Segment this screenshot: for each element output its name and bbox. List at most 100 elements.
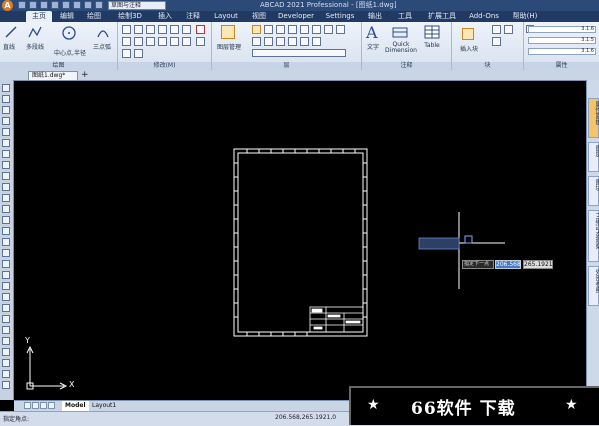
tool-polygon-icon[interactable] [2,117,10,125]
tab-model[interactable]: Model [62,401,89,411]
workspace-select[interactable]: 草图与注释 [108,1,166,10]
tool-explode-icon[interactable] [2,381,10,389]
tab-output[interactable]: 输出 [362,11,388,22]
prev-tab-icon[interactable] [32,402,39,409]
circle-icon[interactable] [61,25,77,41]
layer-unlock-icon[interactable] [276,37,285,46]
tab-developer[interactable]: Developer [274,11,318,22]
array-icon[interactable] [158,37,167,46]
tool-break-icon[interactable] [2,359,10,367]
last-tab-icon[interactable] [48,402,55,409]
tool-table-icon[interactable] [2,227,10,235]
tool-mirror-icon[interactable] [2,271,10,279]
chamfer-icon[interactable] [196,37,205,46]
text-icon[interactable]: A [366,23,378,42]
panel-tab-blocks[interactable]: 图块 [588,176,599,206]
offset-icon[interactable] [170,37,179,46]
trim-icon[interactable] [146,25,155,34]
tool-point-icon[interactable] [2,194,10,202]
tool-copy-icon[interactable] [2,260,10,268]
tool-block-icon[interactable] [2,183,10,191]
mirror-icon[interactable] [182,25,191,34]
property-color-field[interactable]: 3.1.6 [528,26,596,33]
insert-block-icon[interactable] [462,28,474,40]
insert-block-button[interactable]: 插入块 [454,44,484,53]
layer-delete-icon[interactable] [300,37,309,46]
tool-region-icon[interactable] [2,216,10,224]
layer-walk-icon[interactable] [336,25,345,34]
tool-circle-icon[interactable] [2,150,10,158]
polyline-button[interactable]: 多段线 [22,42,48,51]
tool-polyline-icon[interactable] [2,106,10,114]
tool-text-icon[interactable] [2,238,10,246]
layer-manager-icon[interactable] [221,25,235,39]
arc-icon[interactable] [96,25,110,39]
next-tab-icon[interactable] [40,402,47,409]
erase-icon[interactable] [196,25,205,34]
document-tab[interactable]: 图纸1.dwg* [28,71,78,80]
tab-edit[interactable]: 编辑 [55,11,79,22]
layer-state-icon[interactable] [312,37,321,46]
tool-rotate-icon[interactable] [2,304,10,312]
edit-block-icon[interactable] [492,37,501,46]
tab-layout[interactable]: Layout [208,11,244,22]
tool-line-icon[interactable] [2,84,10,92]
fillet-icon[interactable] [170,25,179,34]
panel-tab-properties[interactable]: 属性面板 [588,98,599,138]
tool-ellipse-icon[interactable] [2,172,10,180]
new-tab-icon[interactable]: + [81,70,89,80]
move-icon[interactable] [122,25,131,34]
tab-insert[interactable]: 插入 [152,11,178,22]
tool-trim-icon[interactable] [2,337,10,345]
tool-spline-icon[interactable] [2,161,10,169]
tool-construction-icon[interactable] [2,95,10,103]
dimension-icon[interactable] [392,25,408,39]
tool-extend-icon[interactable] [2,348,10,356]
tab-addons[interactable]: Add-Ons [466,11,502,22]
settings-icon[interactable] [95,1,103,9]
dynamic-input-x-field[interactable]: 206.568 [495,260,521,269]
text-button[interactable]: 文字 [362,42,384,51]
panel-tab-layers[interactable]: 图层 [588,142,599,172]
tab-view[interactable]: 视图 [246,11,272,22]
table-icon[interactable] [424,25,440,39]
rotate-icon[interactable] [134,25,143,34]
property-lineweight-field[interactable]: 3.1.6 [528,48,596,55]
tab-settings[interactable]: Settings [320,11,360,22]
app-logo-icon[interactable]: A [2,0,13,11]
layer-thaw-icon[interactable] [264,37,273,46]
tab-layout1[interactable]: Layout1 [92,401,116,411]
quick-dimension-button[interactable]: Quick Dimension [382,42,420,54]
layer-freeze-icon[interactable] [264,25,273,34]
tab-draw3d[interactable]: 绘制3D [110,11,150,22]
tool-move-icon[interactable] [2,249,10,257]
copy-icon[interactable] [122,37,131,46]
attribute-icon[interactable] [504,25,513,34]
layer-isolate-icon[interactable] [288,25,297,34]
tool-scale-icon[interactable] [2,315,10,323]
layer-lock-icon[interactable] [276,25,285,34]
tool-hatch-icon[interactable] [2,205,10,213]
panel-tab-xref[interactable]: 外部参照 [588,266,599,306]
tab-annotate[interactable]: 注释 [180,11,206,22]
layer-merge-icon[interactable] [288,37,297,46]
redo-icon[interactable] [73,1,81,9]
layer-off-icon[interactable] [252,37,261,46]
tool-offset-icon[interactable] [2,282,10,290]
arc-button[interactable]: 三点弧 [88,42,116,51]
dynamic-input-y-field[interactable]: 265.1921 [523,260,553,269]
tool-stretch-icon[interactable] [2,326,10,334]
tab-help[interactable]: 帮助(H) [508,11,542,22]
line-icon[interactable] [4,25,18,39]
drawing-canvas[interactable]: Y X 指定下一点 206.568 265.1921 [14,81,586,399]
plot-icon[interactable] [84,1,92,9]
extend-icon[interactable] [158,25,167,34]
save-icon[interactable] [40,1,48,9]
print-icon[interactable] [51,1,59,9]
line-button[interactable]: 直线 [0,42,18,51]
join-icon[interactable] [134,49,143,58]
first-tab-icon[interactable] [24,402,31,409]
tool-array-icon[interactable] [2,293,10,301]
layer-dropdown[interactable] [252,49,346,57]
circle-button[interactable]: 中心点,半径 [50,48,90,57]
